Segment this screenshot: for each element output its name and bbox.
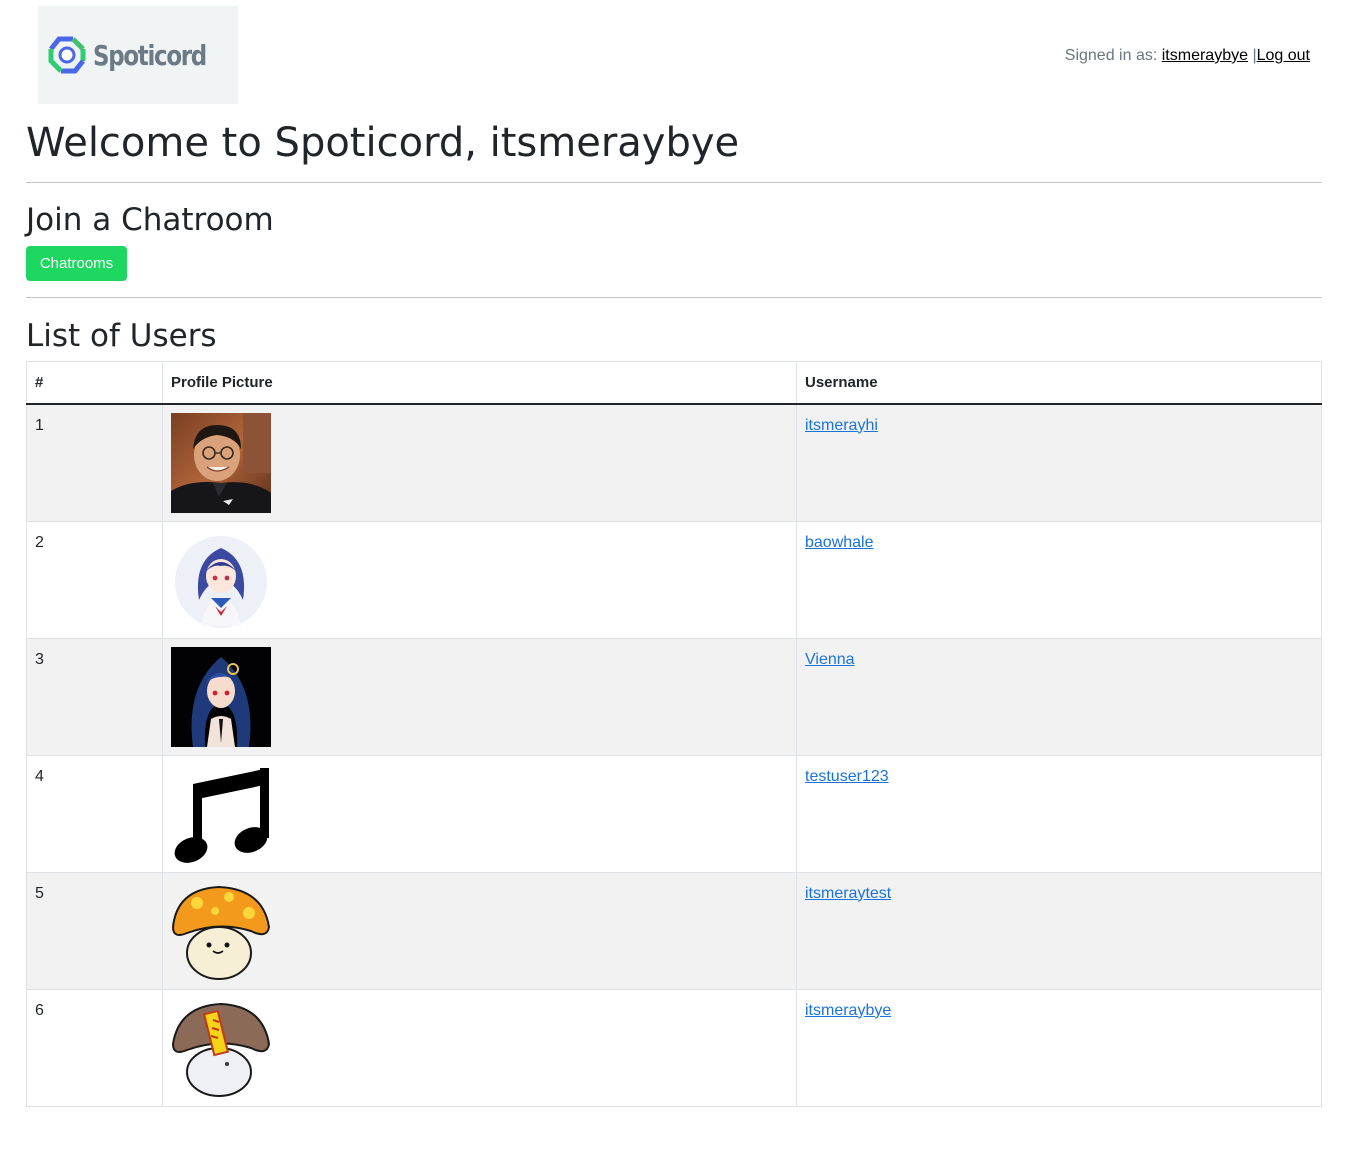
row-number: 6 [26, 988, 163, 1107]
table-header-row: # Profile Picture Username [26, 361, 1322, 405]
username-cell: baowhale [796, 520, 1322, 639]
username-cell: Vienna [796, 637, 1322, 756]
table-row: 5 itsmeraytest [26, 871, 1322, 990]
table-row: 4 testuser123 [26, 754, 1322, 873]
column-header-profile-picture: Profile Picture [162, 361, 797, 405]
orange-mushroom-avatar [171, 880, 271, 981]
photo-avatar [171, 412, 271, 513]
table-row: 6 itsmeraybye [26, 988, 1322, 1107]
user-link-itsmerayhi[interactable]: itsmerayhi [805, 417, 878, 434]
join-chatroom-heading: Join a Chatroom [26, 202, 274, 238]
profile-picture-cell [162, 520, 797, 639]
spoticord-logo-icon [48, 36, 86, 74]
profile-picture-cell [162, 988, 797, 1107]
signed-in-status: Signed in as: itsmeraybye |Log out [1065, 47, 1310, 65]
music-note-avatar [171, 763, 271, 864]
users-list-heading: List of Users [26, 318, 217, 354]
column-header-username: Username [796, 361, 1322, 405]
username-cell: itsmerayhi [796, 403, 1322, 522]
row-number: 5 [26, 871, 163, 990]
username-cell: itsmeraytest [796, 871, 1322, 990]
user-link-testuser123[interactable]: testuser123 [805, 768, 889, 785]
chatrooms-button[interactable]: Chatrooms [26, 246, 127, 281]
user-link-itsmeraytest[interactable]: itsmeraytest [805, 885, 891, 902]
row-number: 1 [26, 403, 163, 522]
user-link-baowhale[interactable]: baowhale [805, 534, 874, 551]
profile-picture-cell [162, 637, 797, 756]
row-number: 3 [26, 637, 163, 756]
table-row: 1 itsmerayhi [26, 403, 1322, 522]
user-link-vienna[interactable]: Vienna [805, 651, 855, 668]
row-number: 4 [26, 754, 163, 873]
logo-inner: Spoticord [45, 33, 231, 77]
brown-mushroom-avatar [171, 997, 271, 1098]
divider [26, 297, 1322, 298]
row-number: 2 [26, 520, 163, 639]
anime-girl-dark-avatar [171, 646, 271, 747]
brand-logo[interactable]: Spoticord [38, 6, 238, 104]
anime-girl-round-avatar [171, 529, 271, 630]
table-row: 2 baowhale [26, 520, 1322, 639]
users-table: # Profile Picture Username 1 itsmerayhi … [26, 361, 1322, 1107]
current-user-link[interactable]: itsmeraybye [1162, 47, 1248, 64]
username-cell: testuser123 [796, 754, 1322, 873]
signed-in-label: Signed in as: [1064, 47, 1158, 64]
user-link-itsmeraybye[interactable]: itsmeraybye [805, 1002, 891, 1019]
brand-name: Spoticord [93, 38, 207, 72]
table-row: 3 Vienna [26, 637, 1322, 756]
profile-picture-cell [162, 871, 797, 990]
page-title: Welcome to Spoticord, itsmeraybye [26, 120, 740, 166]
logout-link[interactable]: Log out [1257, 47, 1310, 64]
page: Spoticord Signed in as: itsmeraybye |Log… [0, 0, 1364, 1174]
divider [26, 182, 1322, 183]
username-cell: itsmeraybye [796, 988, 1322, 1107]
profile-picture-cell [162, 403, 797, 522]
profile-picture-cell [162, 754, 797, 873]
column-header-number: # [26, 361, 163, 405]
